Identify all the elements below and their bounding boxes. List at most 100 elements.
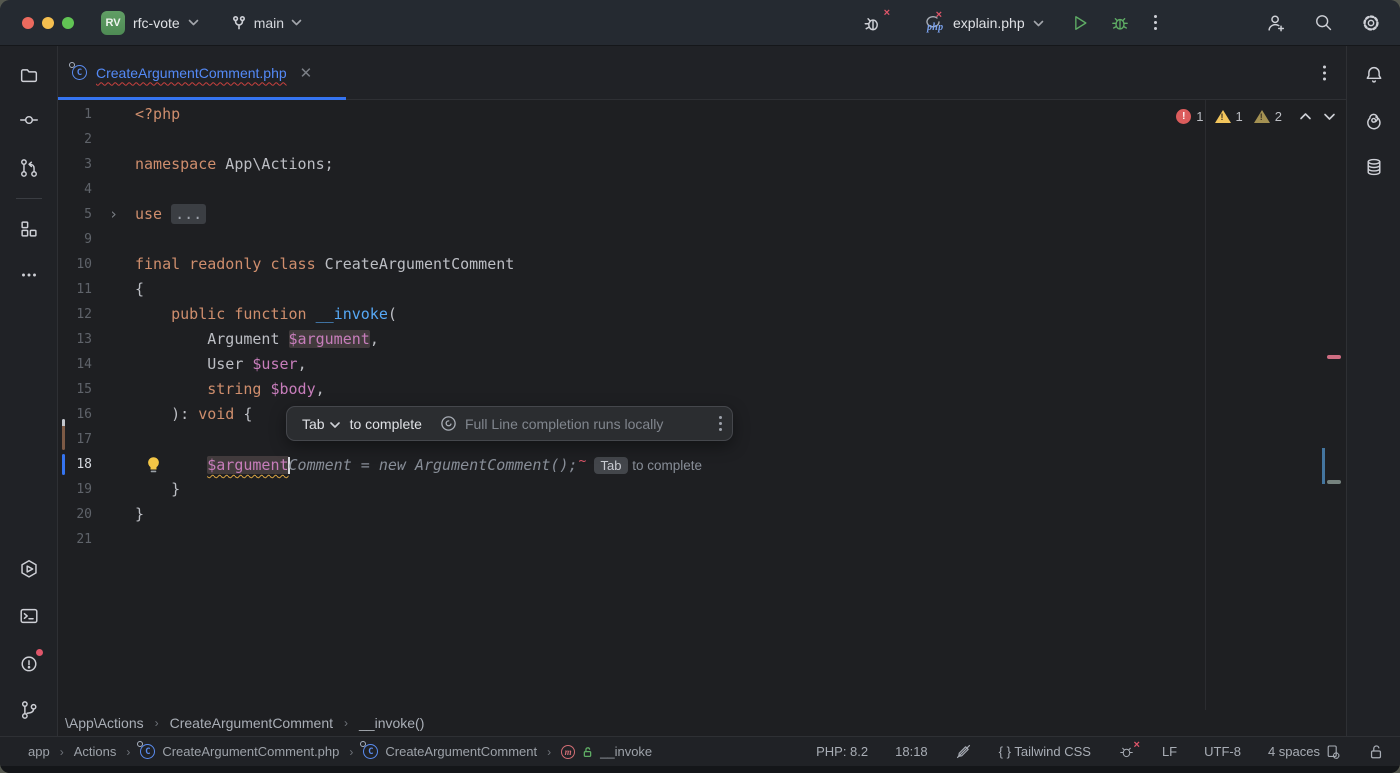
code-line[interactable]: 13 Argument $argument, [58,327,1346,352]
line-number[interactable]: 15 [58,377,92,402]
code-line[interactable]: 10 final readonly class CreateArgumentCom… [58,252,1346,277]
terminal-icon [19,608,38,624]
gear-icon [1363,14,1379,31]
breadcrumb-namespace[interactable]: \App\Actions [65,715,144,731]
line-number[interactable]: 1 [58,102,92,127]
line-number[interactable]: 9 [58,227,92,252]
line-number[interactable]: 4 [58,177,92,202]
notifications-tool-button[interactable] [1356,57,1392,93]
next-problem-button[interactable] [1323,112,1336,121]
line-number[interactable]: 2 [58,127,92,152]
ai-assistant-tool-button[interactable] [1356,103,1392,139]
commit-tool-button[interactable] [11,102,47,138]
encoding-widget[interactable]: UTF-8 [1204,744,1241,759]
code-line[interactable]: 5 › use ... [58,202,1346,227]
indent-widget[interactable]: 4 spaces [1268,744,1341,760]
code-line[interactable]: 3 namespace App\Actions; [58,152,1346,177]
branch-widget[interactable]: main [231,15,302,31]
close-window-button[interactable] [22,16,34,29]
caret-position-widget[interactable]: 18:18 [895,744,928,759]
search-everywhere-button[interactable] [1313,12,1334,33]
tailwind-widget[interactable]: { } Tailwind CSS [999,744,1091,759]
line-number[interactable]: 12 [58,302,92,327]
more-run-actions-button[interactable] [1153,15,1157,30]
scrollbar-caret-marker[interactable] [1322,448,1325,484]
database-tool-button[interactable] [1356,149,1392,185]
highlighting-level-widget[interactable] [955,743,972,760]
previous-problem-button[interactable] [1299,112,1312,121]
code-text: string $body, [207,380,325,398]
tab-createargumentcomment[interactable]: CreateArgumentComment.php ✕ [58,46,346,100]
run-tool-button[interactable] [11,551,47,587]
file-lock-widget[interactable] [1368,743,1384,760]
code-line[interactable]: 2 [58,127,1346,152]
code-line[interactable]: 1 <?php [58,102,1346,127]
debug-button[interactable] [1110,13,1130,33]
run-button[interactable] [1070,13,1090,33]
scrollbar-change-marker[interactable] [1327,480,1341,484]
project-widget[interactable]: RV rfc-vote [101,10,199,35]
disabled-cross-icon: × [935,8,942,21]
navbar-item-file[interactable]: CreateArgumentComment.php [137,741,339,759]
structure-tool-button[interactable] [11,211,47,247]
debugger-status-widget[interactable]: × [1118,739,1140,760]
breadcrumb-class[interactable]: CreateArgumentComment [170,715,333,731]
attach-debugger-off-button[interactable]: × [862,7,890,34]
line-number[interactable]: 10 [58,252,92,277]
more-ellipsis-icon [21,273,36,277]
gutter [92,352,135,377]
disabled-cross-icon: × [883,6,890,19]
code-line[interactable]: 19 } [58,477,1346,502]
problems-tool-button[interactable] [11,645,47,681]
navbar-item-method[interactable]: __invoke [561,744,652,759]
code-line[interactable]: 20} [58,502,1346,527]
version-control-tool-button[interactable] [11,692,47,728]
pull-request-icon [20,159,37,177]
code-line[interactable]: 4 [58,177,1346,202]
completion-options-button[interactable] [719,416,722,431]
scrollbar-error-marker[interactable] [1327,355,1341,359]
run-configuration-name[interactable]: explain.php [953,15,1025,31]
editor-breadcrumbs: \App\Actions › CreateArgumentComment › _… [58,710,1346,736]
line-number[interactable]: 19 [58,477,92,502]
pull-requests-tool-button[interactable] [11,150,47,186]
line-number[interactable]: 5 [58,202,92,227]
navbar-item-actions[interactable]: Actions [74,744,117,759]
terminal-tool-button[interactable] [11,598,47,634]
line-number[interactable]: 11 [58,277,92,302]
more-tool-windows-button[interactable] [11,257,47,293]
line-number[interactable]: 14 [58,352,92,377]
code-text: final readonly class CreateArgumentComme… [135,255,515,273]
git-branch-icon [21,701,37,719]
chevron-down-icon [1033,20,1043,27]
navbar-item-class[interactable]: CreateArgumentComment [360,741,537,759]
fold-chevron-icon[interactable]: › [92,202,135,227]
line-number[interactable]: 13 [58,327,92,352]
line-separator-widget[interactable]: LF [1162,744,1177,759]
navbar-item-app[interactable]: app [28,744,50,759]
minimize-window-button[interactable] [42,16,54,29]
php-version-widget[interactable]: PHP: 8.2 [816,744,868,759]
code-line[interactable]: 12 public function __invoke( [58,302,1346,327]
settings-button[interactable] [1360,12,1382,34]
code-line[interactable]: 9 [58,227,1346,252]
code-line[interactable]: 14 User $user, [58,352,1346,377]
inspections-widget[interactable]: ! 1 1 2 [1176,109,1336,124]
code-text: <?php [135,105,181,123]
code-line[interactable]: 15 string $body, [58,377,1346,402]
code-line[interactable]: 21 [58,527,1346,552]
code-editor[interactable]: 1 <?php 2 3 namespace App\Actions; 4 5 › use ...… [58,100,1346,710]
code-line[interactable]: 11 { [58,277,1346,302]
line-number[interactable]: 3 [58,152,92,177]
line-number[interactable]: 20 [58,502,92,527]
line-number[interactable]: 21 [58,527,92,552]
code-with-me-button[interactable] [1265,12,1287,34]
close-tab-icon[interactable]: ✕ [300,64,313,82]
breadcrumb-method[interactable]: __invoke() [359,715,424,731]
zoom-window-button[interactable] [62,16,74,29]
tab-options-button[interactable] [1323,65,1326,80]
project-tool-button[interactable] [11,57,47,93]
code-line[interactable]: 18 $argumentComment = new ArgumentCommen… [58,449,1346,477]
chevron-down-icon[interactable] [329,421,340,428]
tab-key-label[interactable]: Tab [302,416,325,432]
